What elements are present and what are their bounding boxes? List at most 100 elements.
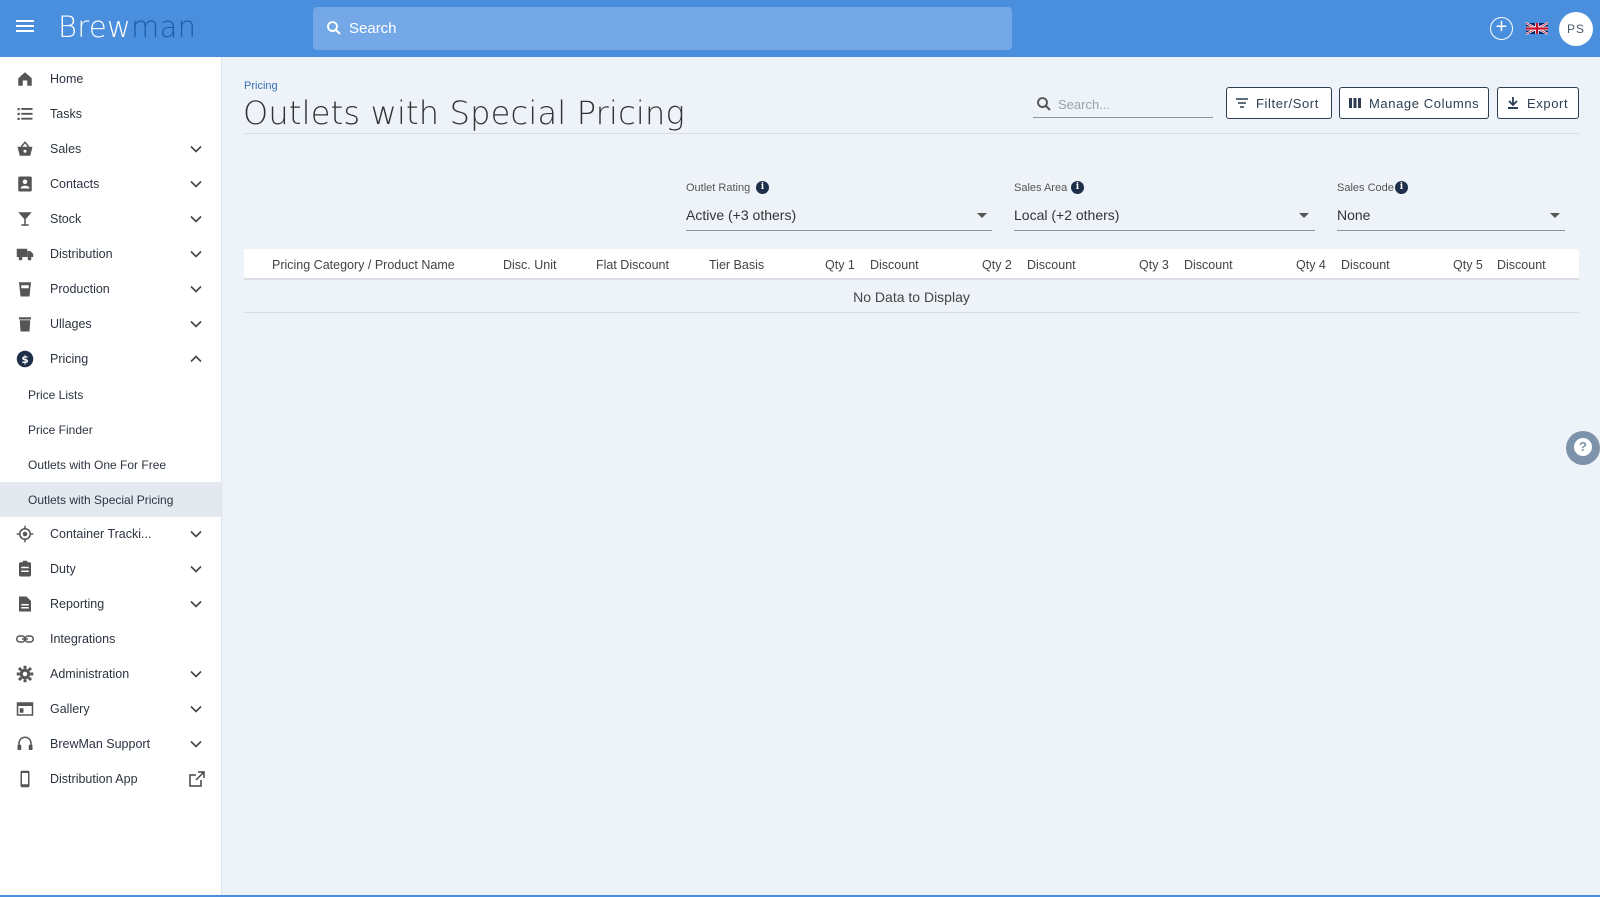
cup-icon xyxy=(19,282,31,297)
sidebar-item-distribution-app[interactable]: Distribution App xyxy=(0,762,221,797)
brewman-logo[interactable]: Brewman xyxy=(58,10,196,44)
column-header[interactable]: Discount xyxy=(1184,258,1233,272)
info-icon[interactable]: i xyxy=(1071,181,1084,194)
chevron-up-icon xyxy=(190,355,202,363)
external-link-icon[interactable] xyxy=(189,771,205,787)
home-icon xyxy=(18,72,32,86)
help-button[interactable]: ? xyxy=(1566,431,1600,465)
gallery-icon xyxy=(16,702,34,716)
sales-code-select[interactable]: Sales Code i None xyxy=(1337,180,1565,231)
chevron-down-icon xyxy=(190,705,202,713)
sidebar-item-integrations[interactable]: Integrations xyxy=(0,622,221,657)
svg-text:$: $ xyxy=(21,354,28,366)
sidebar-item-production[interactable]: Production xyxy=(0,272,221,307)
manage-columns-button[interactable]: Manage Columns xyxy=(1339,87,1489,119)
sidebar-item-ullages[interactable]: Ullages xyxy=(0,307,221,342)
hamburger-menu-icon[interactable] xyxy=(13,17,37,39)
basket-icon xyxy=(17,141,33,156)
page-search-placeholder: Search... xyxy=(1058,97,1111,112)
chevron-down-icon xyxy=(190,565,202,573)
sidebar-item-gallery[interactable]: Gallery xyxy=(0,692,221,727)
chevron-down-icon xyxy=(190,740,202,748)
filter-icon xyxy=(1236,98,1248,108)
clipboard-icon xyxy=(19,560,31,577)
chevron-down-icon xyxy=(190,215,202,223)
filter-sort-button[interactable]: Filter/Sort xyxy=(1226,87,1332,119)
sidebar-item-duty[interactable]: Duty xyxy=(0,552,221,587)
uk-flag-icon[interactable] xyxy=(1526,21,1548,36)
export-button[interactable]: Export xyxy=(1497,87,1579,119)
chevron-down-icon xyxy=(190,285,202,293)
sidebar-item-stock[interactable]: Stock xyxy=(0,202,221,237)
sidebar-item-administration[interactable]: Administration xyxy=(0,657,221,692)
document-icon xyxy=(19,596,31,612)
sidebar-item-contacts[interactable]: Contacts xyxy=(0,167,221,202)
sidebar-subitem-outlets-special-pricing[interactable]: Outlets with Special Pricing xyxy=(0,482,221,517)
help-icon: ? xyxy=(1574,438,1592,456)
link-icon xyxy=(16,635,34,643)
sidebar-item-home[interactable]: Home xyxy=(0,62,221,97)
sales-area-select[interactable]: Sales Area i Local (+2 others) xyxy=(1014,180,1315,231)
sidebar-item-container-tracking[interactable]: Container Tracki... xyxy=(0,517,221,552)
sidebar-subitem-outlets-one-for-free[interactable]: Outlets with One For Free xyxy=(0,447,221,482)
sidebar-item-brewman-support[interactable]: BrewMan Support xyxy=(0,727,221,762)
info-icon[interactable]: i xyxy=(1395,181,1408,194)
sidebar-item-distribution[interactable]: Distribution xyxy=(0,237,221,272)
breadcrumb[interactable]: Pricing xyxy=(244,80,278,92)
page-title: Outlets with Special Pricing xyxy=(243,94,685,132)
sidebar-subitem-price-finder[interactable]: Price Finder xyxy=(0,412,221,447)
global-search-input[interactable]: Search xyxy=(313,7,1012,50)
column-header[interactable]: Discount xyxy=(1027,258,1076,272)
chevron-down-icon xyxy=(190,600,202,608)
trash-icon xyxy=(19,317,31,332)
headset-icon xyxy=(17,736,33,750)
title-divider xyxy=(244,133,1579,134)
global-search-placeholder: Search xyxy=(349,20,397,37)
column-header[interactable]: Qty 2 xyxy=(982,258,1012,272)
sidebar-item-tasks[interactable]: Tasks xyxy=(0,97,221,132)
phone-icon xyxy=(20,770,30,788)
dropdown-caret-icon xyxy=(1299,213,1309,218)
table-header-row: Pricing Category / Product Name Disc. Un… xyxy=(244,249,1579,280)
columns-icon xyxy=(1349,98,1361,108)
info-icon[interactable]: i xyxy=(756,181,769,194)
sidebar-item-pricing[interactable]: $ Pricing xyxy=(0,342,221,377)
target-icon xyxy=(16,525,34,543)
list-icon xyxy=(17,108,33,120)
dropdown-caret-icon xyxy=(1550,213,1560,218)
page-search-input[interactable]: Search... xyxy=(1033,93,1213,118)
sidebar-item-reporting[interactable]: Reporting xyxy=(0,587,221,622)
truck-icon xyxy=(16,248,34,261)
special-pricing-table: Pricing Category / Product Name Disc. Un… xyxy=(244,249,1579,313)
column-header[interactable]: Qty 5 xyxy=(1453,258,1483,272)
column-header[interactable]: Flat Discount xyxy=(596,258,669,272)
contacts-icon xyxy=(18,176,32,192)
download-icon xyxy=(1508,97,1518,109)
outlet-rating-select[interactable]: Outlet Rating i Active (+3 others) xyxy=(686,180,992,231)
column-header[interactable]: Discount xyxy=(1497,258,1546,272)
column-header[interactable]: Qty 3 xyxy=(1139,258,1169,272)
sidebar-subitem-price-lists[interactable]: Price Lists xyxy=(0,377,221,412)
column-header[interactable]: Discount xyxy=(870,258,919,272)
chevron-down-icon xyxy=(190,145,202,153)
sidebar-item-sales[interactable]: Sales xyxy=(0,132,221,167)
column-header[interactable]: Pricing Category / Product Name xyxy=(272,258,455,272)
empty-message: No Data to Display xyxy=(853,289,970,305)
dollar-icon: $ xyxy=(16,350,34,368)
chevron-down-icon xyxy=(190,670,202,678)
column-header[interactable]: Qty 4 xyxy=(1296,258,1326,272)
user-avatar[interactable]: PS xyxy=(1559,12,1593,46)
search-icon xyxy=(327,21,341,35)
chevron-down-icon xyxy=(190,180,202,188)
add-icon[interactable]: + xyxy=(1490,17,1513,40)
search-icon xyxy=(1037,97,1051,111)
column-header[interactable]: Discount xyxy=(1341,258,1390,272)
column-header[interactable]: Qty 1 xyxy=(825,258,855,272)
top-app-bar: Brewman Search + PS xyxy=(0,0,1600,57)
gear-icon xyxy=(16,665,34,683)
column-header[interactable]: Disc. Unit xyxy=(503,258,556,272)
chevron-down-icon xyxy=(190,530,202,538)
dropdown-caret-icon xyxy=(977,213,987,218)
glass-icon xyxy=(18,212,32,226)
column-header[interactable]: Tier Basis xyxy=(709,258,764,272)
